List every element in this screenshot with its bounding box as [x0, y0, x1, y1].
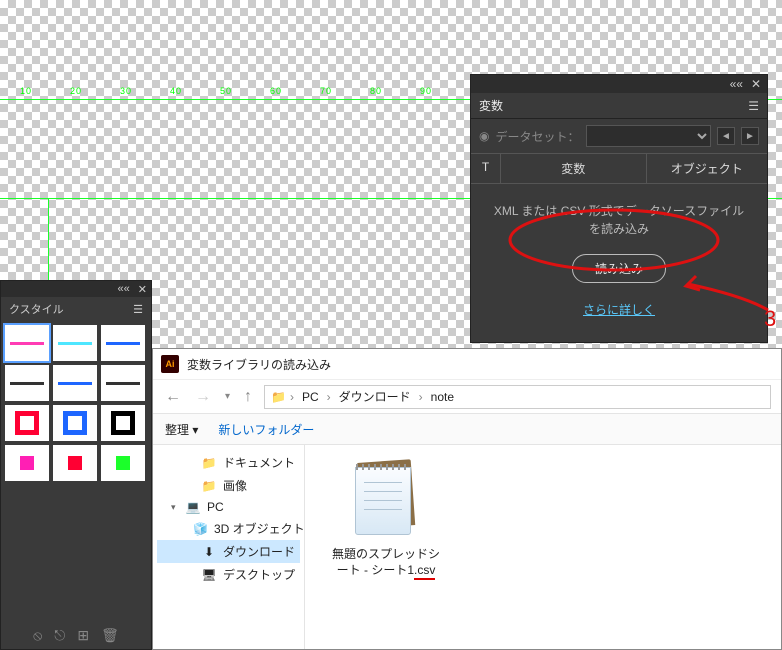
nav-back-button[interactable]: ←: [163, 388, 183, 406]
dataset-label: データセット：: [495, 128, 579, 145]
variables-column-header: T 変数 オブジェクト: [471, 153, 767, 184]
ruler-tick: 70: [320, 86, 332, 96]
import-hint-text: XML または CSV 形式でデータソースファイルを読み込み: [491, 202, 747, 238]
tree-item-label: ダウンロード: [223, 543, 295, 560]
panel-menu-icon[interactable]: ☰: [748, 99, 759, 113]
tree-item-label: 3D オブジェクト: [214, 520, 305, 537]
swatch-item[interactable]: [101, 405, 145, 441]
swatch-item[interactable]: [101, 365, 145, 401]
tree-item[interactable]: 🖥 デスクトップ: [157, 563, 300, 586]
swatch-item[interactable]: [53, 325, 97, 361]
ruler-tick: 90: [420, 86, 432, 96]
learn-more-link[interactable]: さらに詳しく: [491, 301, 747, 318]
ruler-tick: 80: [370, 86, 382, 96]
variables-panel: «« ✕ 変数 ☰ ◉ データセット： ◄ ► T 変数 オブジェクト XML …: [470, 74, 768, 343]
file-dialog: Ai 変数ライブラリの読み込み ← → ▾ ↑ 📁 › PC › ダウンロード …: [152, 348, 782, 650]
new-style-icon[interactable]: ⊞: [77, 627, 89, 644]
nav-up-button[interactable]: ↑: [242, 388, 254, 406]
ruler-tick: 40: [170, 86, 182, 96]
folder-icon: 📁: [201, 456, 217, 470]
import-button[interactable]: 読み込み: [572, 254, 666, 283]
collapse-icon[interactable]: ««: [118, 283, 130, 295]
close-icon[interactable]: ✕: [751, 77, 761, 91]
ruler-tick: 30: [120, 86, 132, 96]
tree-item[interactable]: 📁 画像: [157, 474, 300, 497]
col-variable: 変数: [501, 154, 647, 183]
notepad-icon: [351, 461, 421, 541]
new-folder-button[interactable]: 新しいフォルダー: [218, 421, 314, 438]
tree-item-label: PC: [207, 500, 224, 514]
nav-forward-button[interactable]: →: [193, 388, 213, 406]
file-extension: .csv: [414, 563, 435, 581]
styles-panel: «« ✕ クスタイル ☰ ⦸ ⎋ ⊞ 🗑: [0, 280, 152, 650]
panel-tab-styles[interactable]: クスタイル: [9, 301, 64, 317]
tree-item-label: デスクトップ: [223, 566, 295, 583]
ruler-tick: 10: [20, 86, 32, 96]
cube-icon: 🧊: [193, 522, 208, 536]
ruler-tick: 60: [270, 86, 282, 96]
break-link-icon[interactable]: ⎋: [54, 627, 65, 644]
tree-item[interactable]: ⬇ ダウンロード: [157, 540, 300, 563]
tree-item-label: 画像: [223, 477, 247, 494]
illustrator-icon: Ai: [161, 355, 179, 373]
panel-bar: «« ✕: [471, 75, 767, 93]
organize-button[interactable]: 整理 ▾: [165, 421, 198, 438]
file-pane[interactable]: 無題のスプレッドシ ート - シート1.csv: [305, 445, 781, 649]
tree-item[interactable]: 🧊3D オブジェクト: [157, 517, 300, 540]
ruler-tick: 20: [70, 86, 82, 96]
no-style-icon[interactable]: ⦸: [33, 627, 42, 644]
swatch-item[interactable]: [53, 365, 97, 401]
tree-item[interactable]: ▾💻PC: [157, 497, 300, 517]
dataset-next-button[interactable]: ►: [741, 127, 759, 145]
ruler-tick: 50: [220, 86, 232, 96]
swatch-item[interactable]: [101, 445, 145, 481]
swatch-item[interactable]: [53, 405, 97, 441]
collapse-icon[interactable]: ««: [730, 77, 743, 91]
trash-icon[interactable]: 🗑: [101, 627, 119, 644]
col-type: T: [471, 154, 501, 183]
desktop-icon: 🖥: [201, 568, 217, 582]
swatch-item[interactable]: [5, 325, 49, 361]
dataset-prev-button[interactable]: ◄: [717, 127, 735, 145]
breadcrumb[interactable]: 📁 › PC › ダウンロード › note: [264, 385, 771, 409]
download-icon: ⬇: [201, 545, 217, 559]
tree-item-label: ドキュメント: [223, 454, 295, 471]
swatch-grid: [1, 321, 151, 485]
camera-icon[interactable]: ◉: [479, 129, 489, 143]
swatch-item[interactable]: [5, 445, 49, 481]
swatch-item[interactable]: [101, 325, 145, 361]
swatch-item[interactable]: [53, 445, 97, 481]
swatch-item[interactable]: [5, 405, 49, 441]
dialog-title: 変数ライブラリの読み込み: [187, 356, 331, 373]
swatch-item[interactable]: [5, 365, 49, 401]
col-object: オブジェクト: [647, 154, 767, 183]
pc-icon: 💻: [185, 500, 201, 514]
folder-icon: 📁: [271, 390, 286, 404]
panel-menu-icon[interactable]: ☰: [133, 303, 143, 316]
breadcrumb-downloads[interactable]: ダウンロード: [335, 386, 415, 407]
close-icon[interactable]: ✕: [138, 283, 147, 296]
panel-tab-variables[interactable]: 変数: [479, 97, 503, 114]
tree-item[interactable]: 📁 ドキュメント: [157, 451, 300, 474]
file-item-csv[interactable]: 無題のスプレッドシ ート - シート1.csv: [321, 461, 451, 580]
folder-tree: 📁ドキュメント📁画像▾💻PC🧊3D オブジェクト⬇ダウンロード🖥デスクトップ: [153, 445, 305, 649]
breadcrumb-note[interactable]: note: [427, 388, 458, 406]
breadcrumb-pc[interactable]: PC: [298, 388, 323, 406]
folder-icon: 📁: [201, 479, 217, 493]
file-label: 無題のスプレッドシ ート - シート1.csv: [321, 547, 451, 580]
nav-history-button[interactable]: ▾: [223, 391, 232, 402]
dataset-select[interactable]: [586, 125, 712, 147]
